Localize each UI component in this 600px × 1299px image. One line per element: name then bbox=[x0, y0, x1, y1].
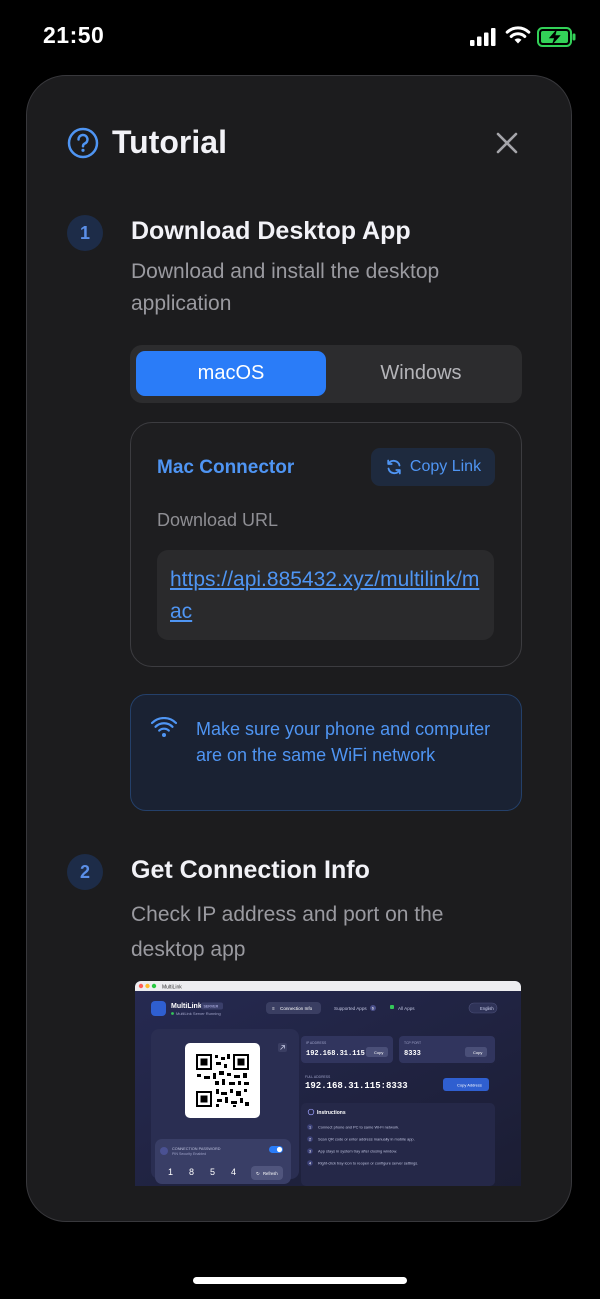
wifi-notice-text: Make sure your phone and computer are on… bbox=[196, 719, 491, 765]
help-icon bbox=[67, 127, 99, 159]
tab-supported-apps: Supported Apps bbox=[334, 1006, 367, 1011]
instructions-title: Instructions bbox=[317, 1110, 346, 1116]
step-title: Download Desktop App bbox=[131, 217, 411, 245]
cellular-signal-icon bbox=[470, 28, 496, 46]
ip-value: 192.168.31.115 bbox=[306, 1050, 365, 1058]
full-address-value: 192.168.31.115:8333 bbox=[305, 1081, 408, 1091]
refresh-button: Refresh bbox=[263, 1171, 278, 1176]
home-indicator bbox=[193, 1277, 407, 1284]
connector-title: Mac Connector bbox=[157, 457, 295, 478]
app-status: MultiLink Server Running bbox=[176, 1011, 221, 1016]
wifi-notice: Make sure your phone and computer are on… bbox=[130, 694, 522, 811]
pin-digit: 1 bbox=[168, 1167, 173, 1177]
refresh-icon bbox=[387, 459, 401, 475]
instruction-item: Connect phone and PC to same Wi-Fi netwo… bbox=[318, 1124, 399, 1129]
battery-charging-icon bbox=[537, 27, 576, 47]
url-box: https://api.885432.xyz/multilink/mac bbox=[157, 550, 494, 640]
tab-windows[interactable]: Windows bbox=[326, 351, 516, 396]
copy-port-button: Copy bbox=[473, 1050, 482, 1055]
instruction-item: Right-click tray icon to reopen or confi… bbox=[318, 1160, 418, 1165]
tutorial-modal: Tutorial 1 Download Desktop App Download… bbox=[26, 75, 572, 1222]
supported-count: 6 bbox=[372, 1007, 374, 1011]
step-number-badge: 1 bbox=[67, 215, 103, 251]
window-title: MultiLink bbox=[162, 985, 182, 991]
copy-link-button[interactable]: Copy Link bbox=[371, 448, 495, 486]
app-badge: SERVER bbox=[204, 1005, 219, 1009]
download-url-link[interactable]: https://api.885432.xyz/multilink/mac bbox=[170, 564, 485, 628]
password-label: CONNECTION PASSWORD bbox=[172, 1147, 221, 1151]
pin-digit: 8 bbox=[189, 1167, 194, 1177]
svg-text:↻: ↻ bbox=[256, 1171, 260, 1176]
connector-card: Mac Connector Copy Link Download URL htt… bbox=[130, 422, 522, 667]
svg-text:3: 3 bbox=[309, 1150, 311, 1154]
svg-text:1: 1 bbox=[309, 1126, 311, 1130]
copy-address-button: Copy Address bbox=[457, 1083, 482, 1088]
full-address-label: FULL ADDRESS bbox=[305, 1075, 331, 1079]
tab-all-apps: All Apps bbox=[398, 1006, 415, 1011]
password-subtitle: PIN Security Enabled bbox=[172, 1152, 206, 1156]
step-number-badge: 2 bbox=[67, 854, 103, 890]
app-name: MultiLink bbox=[171, 1003, 202, 1010]
language-selector: English bbox=[480, 1006, 494, 1011]
svg-text:≡: ≡ bbox=[272, 1006, 275, 1011]
tab-connection-info: Connection Info bbox=[280, 1006, 313, 1011]
pin-digit: 5 bbox=[210, 1167, 215, 1177]
wifi-status-icon bbox=[505, 26, 531, 44]
status-time: 21:50 bbox=[43, 22, 105, 48]
ip-label: IP ADDRESS bbox=[306, 1041, 327, 1045]
wifi-icon bbox=[151, 717, 177, 737]
desktop-app-screenshot: MultiLink MultiLink SERVER MultiLink Ser… bbox=[135, 981, 521, 1186]
svg-text:4: 4 bbox=[309, 1162, 311, 1166]
svg-text:2: 2 bbox=[309, 1138, 311, 1142]
pin-digit: 4 bbox=[231, 1167, 236, 1177]
modal-title: Tutorial bbox=[112, 124, 227, 160]
copy-ip-button: Copy bbox=[374, 1050, 383, 1055]
step-description: Check IP address and port on the desktop… bbox=[131, 903, 444, 961]
port-label: TCP PORT bbox=[404, 1041, 421, 1045]
tab-macos[interactable]: macOS bbox=[136, 351, 326, 396]
copy-link-label: Copy Link bbox=[409, 458, 482, 475]
instruction-item: App stays in system tray after closing w… bbox=[318, 1148, 397, 1153]
os-segmented-control: macOS Windows bbox=[130, 345, 522, 403]
close-icon[interactable] bbox=[493, 129, 521, 157]
instruction-item: Scan QR code or enter address manually i… bbox=[318, 1136, 415, 1141]
port-value: 8333 bbox=[404, 1050, 421, 1058]
step-description: Download and install the desktop applica… bbox=[131, 260, 440, 315]
step-title: Get Connection Info bbox=[131, 856, 370, 884]
download-url-label: Download URL bbox=[157, 510, 279, 530]
